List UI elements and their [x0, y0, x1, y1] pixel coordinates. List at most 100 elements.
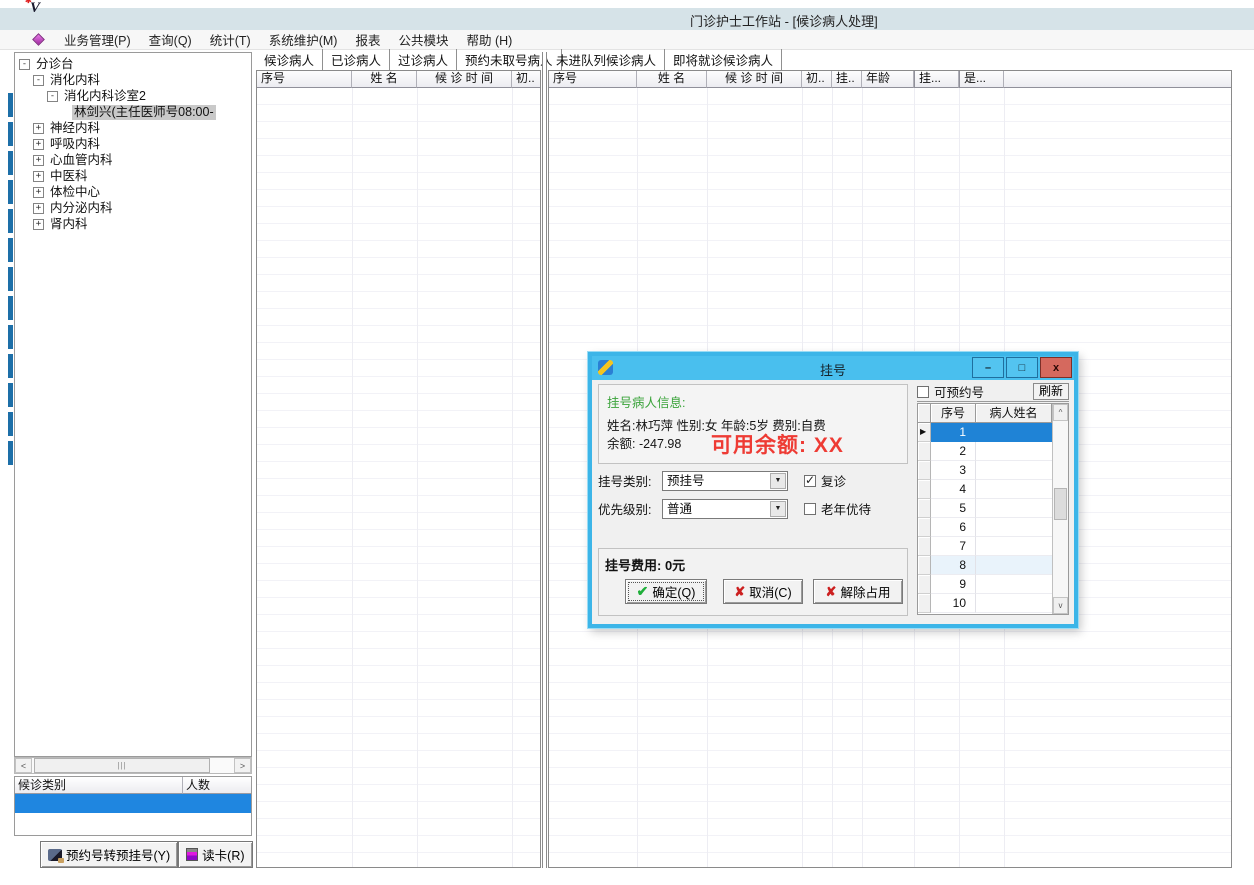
seq-column-header: 序号 — [931, 404, 976, 423]
tree-item[interactable]: 神经内科 — [15, 120, 251, 136]
minimize-icon[interactable]: – — [972, 357, 1004, 378]
column-header: 姓 名 — [352, 71, 417, 88]
reg-type-select[interactable]: 预挂号 ▼ — [662, 470, 788, 491]
number-row[interactable]: 8 — [918, 556, 1052, 575]
number-row[interactable]: 1 — [918, 423, 1052, 442]
number-row[interactable]: 4 — [918, 480, 1052, 499]
footer-buttons: 预约号转预挂号(Y) 读卡(R) — [40, 841, 253, 868]
menu-item[interactable]: 公共模块 — [389, 28, 457, 51]
number-row[interactable]: 10 — [918, 594, 1052, 613]
number-row[interactable]: 9 — [918, 575, 1052, 594]
menu-item[interactable]: 统计(T) — [201, 28, 260, 51]
tab[interactable]: 过诊病人 — [390, 49, 458, 70]
tree-item-label: 消化内科 — [50, 72, 101, 87]
scrollbar-thumb[interactable]: ||| — [34, 758, 210, 773]
chevron-down-icon[interactable]: ▼ — [770, 500, 786, 517]
transfer-reservation-button[interactable]: 预约号转预挂号(Y) — [40, 841, 179, 868]
tree-expand-icon[interactable] — [33, 74, 44, 86]
tree-item[interactable]: 林剑兴(主任医师号08:00- — [15, 104, 251, 120]
tree-expand-icon[interactable] — [33, 138, 44, 150]
number-row[interactable]: 3 — [918, 461, 1052, 480]
row-patient-name — [976, 518, 1052, 537]
tree-horizontal-scrollbar[interactable]: < ||| > — [14, 757, 252, 774]
tree-item[interactable]: 分诊台 — [15, 56, 251, 72]
tree-item-label: 中医科 — [50, 168, 88, 183]
chevron-down-icon[interactable]: ▼ — [770, 472, 786, 489]
elderly-checkbox[interactable] — [804, 502, 816, 515]
tree-expand-icon[interactable] — [19, 58, 30, 70]
release-occupancy-button[interactable]: ✘ 解除占用 — [813, 579, 903, 604]
cancel-button[interactable]: ✘ 取消(C) — [723, 579, 803, 604]
read-card-button[interactable]: 读卡(R) — [178, 841, 253, 868]
tree-item-label: 心血管内科 — [50, 152, 113, 167]
menu-bar: 业务管理(P) 查询(Q) 统计(T) 系统维护(M) 报表 公共模块 帮助 (… — [0, 30, 1254, 50]
menu-item[interactable]: 报表 — [346, 28, 389, 51]
number-row[interactable]: 5 — [918, 499, 1052, 518]
tab[interactable]: 候诊病人 — [256, 49, 324, 70]
column-header: 人数 — [183, 777, 251, 794]
tab[interactable]: 未进队列候诊病人 — [548, 49, 666, 70]
row-seq: 1 — [931, 423, 976, 442]
number-row[interactable]: 2 — [918, 442, 1052, 461]
menu-item[interactable]: 帮助 (H) — [457, 28, 521, 51]
tree-expand-icon[interactable] — [33, 202, 44, 214]
menu-item[interactable]: 查询(Q) — [140, 28, 201, 51]
tree-item[interactable]: 消化内科诊室2 — [15, 88, 251, 104]
right-tabs: 未进队列候诊病人 即将就诊候诊病人 — [548, 49, 1232, 70]
close-icon[interactable]: x — [1040, 357, 1072, 378]
row-patient-name — [976, 594, 1052, 613]
dialog-titlebar[interactable]: 挂号 – □ x — [592, 356, 1074, 380]
row-seq: 7 — [931, 537, 976, 556]
tree-expand-icon[interactable] — [33, 170, 44, 182]
scroll-up-icon[interactable]: ^ — [1053, 404, 1068, 421]
tree-expand-icon[interactable] — [33, 154, 44, 166]
scroll-down-icon[interactable]: v — [1053, 597, 1068, 614]
selected-class-row[interactable] — [15, 794, 251, 813]
tree-item[interactable]: 肾内科 — [15, 216, 251, 232]
scroll-left-icon[interactable]: < — [15, 758, 32, 773]
tree-item[interactable]: 消化内科 — [15, 72, 251, 88]
column-header: 姓 名 — [637, 71, 707, 88]
tree-expand-icon[interactable] — [33, 218, 44, 230]
tree-expand-icon[interactable] — [33, 186, 44, 198]
grid-vertical-scrollbar[interactable]: ^ v — [1052, 404, 1068, 614]
tree-item[interactable]: 呼吸内科 — [15, 136, 251, 152]
number-grid: 序号 病人姓名 1 — [917, 403, 1069, 615]
reg-type-label: 挂号类别: — [598, 475, 652, 489]
maximize-icon[interactable]: □ — [1006, 357, 1038, 378]
reservable-number-panel: 可预约号 刷新 序号 病人姓名 1 — [917, 382, 1069, 615]
reservable-checkbox[interactable] — [917, 385, 929, 398]
column-header: 挂... — [914, 71, 959, 88]
tree-item[interactable]: 内分泌内科 — [15, 200, 251, 216]
waiting-patients-grid: 序号 姓 名 候 诊 时 间 初.. — [256, 70, 541, 868]
row-seq: 5 — [931, 499, 976, 518]
registration-dialog: 挂号 – □ x 挂号病人信息: 姓名:林巧萍 性别:女 年龄:5岁 费别:自费… — [588, 352, 1078, 628]
number-row[interactable]: 6 — [918, 518, 1052, 537]
ok-button[interactable]: ✔ 确定(Q) — [625, 579, 707, 604]
waiting-patients-grid-body[interactable] — [257, 88, 540, 867]
tree-expand-icon[interactable] — [47, 90, 58, 102]
menu-item[interactable]: 系统维护(M) — [260, 28, 347, 51]
pane-splitter[interactable] — [542, 52, 547, 868]
department-tree-panel: 分诊台 消化内科 消化内科诊室2 林剑兴(主任医师号08:00- 神经内科 — [14, 52, 252, 757]
tab[interactable]: 已诊病人 — [323, 49, 391, 70]
scrollbar-thumb[interactable] — [1054, 488, 1067, 520]
scroll-right-icon[interactable]: > — [234, 758, 251, 773]
column-header: 候诊类别 — [15, 777, 183, 794]
column-header: 挂.. — [832, 71, 862, 88]
x-icon: ✘ — [734, 583, 746, 599]
tree-item[interactable]: 中医科 — [15, 168, 251, 184]
refresh-button[interactable]: 刷新 — [1032, 383, 1069, 400]
tree-item[interactable]: 心血管内科 — [15, 152, 251, 168]
tree-item[interactable]: 体检中心 — [15, 184, 251, 200]
tab[interactable]: 即将就诊候诊病人 — [665, 49, 783, 70]
row-patient-name — [976, 556, 1052, 575]
row-patient-name — [976, 442, 1052, 461]
column-header: 候 诊 时 间 — [707, 71, 802, 88]
tree-expand-icon[interactable] — [57, 107, 68, 118]
tree-expand-icon[interactable] — [33, 122, 44, 134]
number-row[interactable]: 7 — [918, 537, 1052, 556]
menu-item[interactable]: 业务管理(P) — [55, 28, 140, 51]
priority-select[interactable]: 普通 ▼ — [662, 498, 788, 519]
revisit-checkbox[interactable] — [804, 473, 816, 487]
